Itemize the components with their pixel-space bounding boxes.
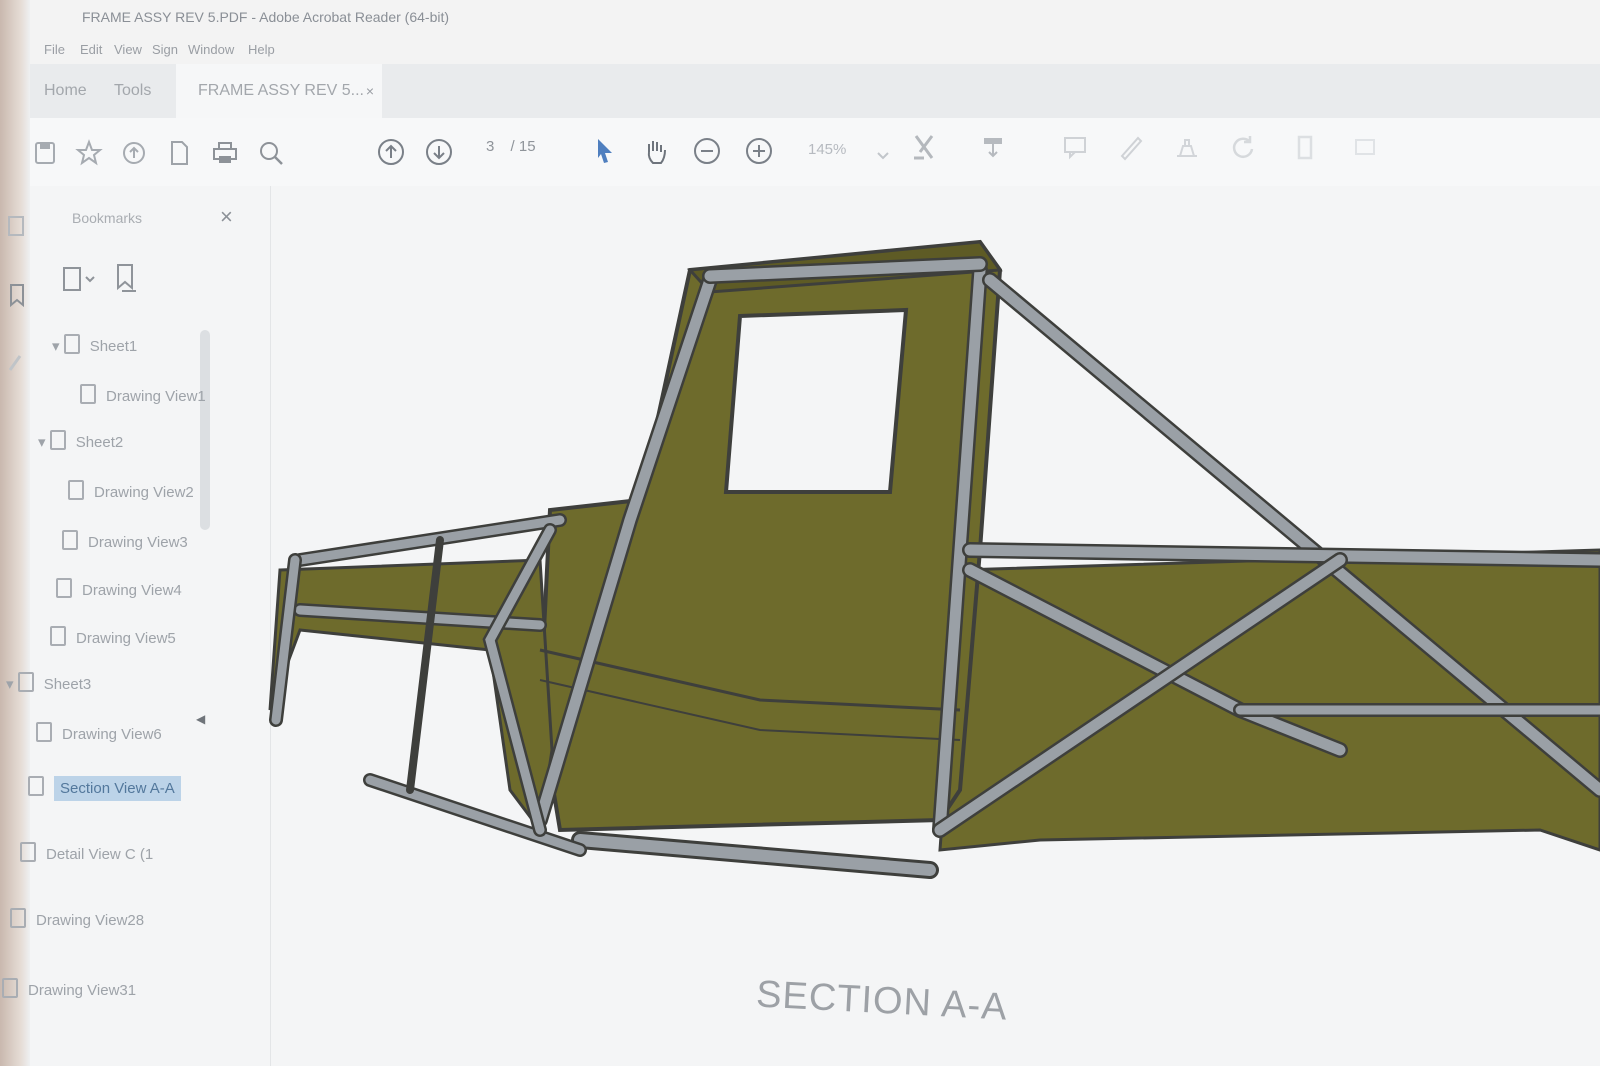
search-icon[interactable] xyxy=(256,138,286,168)
bookmark-item[interactable]: Drawing View2 xyxy=(68,480,194,501)
menu-window[interactable]: Window xyxy=(188,42,234,57)
rotate-icon[interactable] xyxy=(1228,132,1258,162)
bookmark-icon xyxy=(10,908,26,928)
zoom-dropdown-icon[interactable] xyxy=(868,140,898,170)
expand-bookmarks-icon[interactable] xyxy=(62,264,96,299)
menu-help[interactable]: Help xyxy=(248,42,275,57)
tab-document-label: FRAME ASSY REV 5... xyxy=(198,82,364,99)
zoom-out-icon[interactable] xyxy=(692,136,722,166)
menu-edit[interactable]: Edit xyxy=(80,42,102,57)
bookmark-item[interactable]: Drawing View3 xyxy=(62,530,188,551)
tab-close-icon[interactable]: × xyxy=(366,64,374,118)
page-down-icon[interactable] xyxy=(424,137,454,167)
frame-drawing xyxy=(268,239,1600,879)
cab-window xyxy=(723,307,909,494)
bookmark-item[interactable]: Drawing View5 xyxy=(50,626,176,647)
upload-icon[interactable] xyxy=(119,138,149,168)
tab-bar: Home Tools FRAME ASSY REV 5... × xyxy=(30,64,1600,118)
collapse-icon[interactable]: ▾ xyxy=(52,338,64,355)
pages-nav-icon[interactable] xyxy=(6,214,28,245)
tube xyxy=(295,515,565,565)
bookmarks-scrollbar[interactable] xyxy=(200,330,210,530)
bookmark-icon xyxy=(17,672,34,692)
bookmark-item[interactable]: Drawing View6 xyxy=(36,722,162,743)
bookmark-item-selected[interactable]: Section View A-A xyxy=(28,776,181,801)
pen-icon[interactable] xyxy=(1116,132,1146,162)
page-total: / 15 xyxy=(510,138,536,155)
bookmark-item[interactable]: ▾ Sheet1 xyxy=(52,334,137,355)
comment-icon[interactable] xyxy=(1060,132,1090,162)
bookmarks-panel-title: Bookmarks xyxy=(72,210,143,226)
bookmarks-close-icon[interactable]: × xyxy=(220,204,233,230)
page-current: 3 xyxy=(486,138,495,155)
bookmark-icon xyxy=(2,978,18,998)
bookmark-item[interactable]: ▾ Sheet3 xyxy=(6,672,91,693)
bookmark-item[interactable]: Drawing View28 xyxy=(10,908,144,929)
bookmark-item[interactable]: Drawing View1 xyxy=(80,384,206,405)
collapse-icon[interactable]: ▾ xyxy=(38,434,50,451)
save-icon[interactable] xyxy=(30,138,60,168)
bookmark-icon xyxy=(49,430,66,450)
bookmark-icon xyxy=(20,842,36,862)
hand-icon[interactable] xyxy=(640,136,670,166)
tab-home[interactable]: Home xyxy=(44,64,87,118)
tab-document[interactable]: FRAME ASSY REV 5... × xyxy=(176,64,382,118)
bookmark-icon xyxy=(28,776,44,796)
select-arrow-icon[interactable] xyxy=(590,136,620,166)
bookmark-icon xyxy=(80,384,96,404)
new-bookmark-icon[interactable] xyxy=(112,262,140,299)
collapse-icon[interactable]: ▾ xyxy=(6,676,18,693)
zoom-in-icon[interactable] xyxy=(744,136,774,166)
collapse-panel-icon[interactable]: ◀ xyxy=(196,712,205,726)
stamp-icon[interactable] xyxy=(1172,132,1202,162)
bookmark-icon xyxy=(56,578,72,598)
bookmark-star-icon[interactable] xyxy=(74,138,104,168)
bookmark-icon xyxy=(36,722,52,742)
bookmark-icon xyxy=(62,530,78,550)
page-up-icon[interactable] xyxy=(376,137,406,167)
tab-tools[interactable]: Tools xyxy=(114,64,151,118)
print-icon[interactable] xyxy=(210,138,240,168)
bookmark-icon xyxy=(50,626,66,646)
menu-file[interactable]: File xyxy=(44,42,65,57)
bookmark-icon xyxy=(63,334,80,354)
bookmarks-nav-icon[interactable] xyxy=(6,282,28,313)
menu-bar: File Edit View Sign Window Help xyxy=(30,36,1600,64)
title-bar: FRAME ASSY REV 5.PDF - Adobe Acrobat Rea… xyxy=(30,0,1600,36)
page-icon[interactable] xyxy=(164,138,194,168)
bookmark-item[interactable]: Detail View C (1 xyxy=(20,842,153,863)
attachments-nav-icon[interactable] xyxy=(4,350,26,381)
menu-view[interactable]: View xyxy=(114,42,142,57)
crop-tool-icon[interactable] xyxy=(910,132,940,162)
tube xyxy=(574,834,936,876)
page-number-field[interactable]: 3 / 15 xyxy=(472,138,536,155)
menu-sign[interactable]: Sign xyxy=(152,42,178,57)
window-title: FRAME ASSY REV 5.PDF - Adobe Acrobat Rea… xyxy=(82,9,450,25)
frame-body xyxy=(268,239,1600,852)
highlight-icon[interactable] xyxy=(978,132,1008,162)
attach-icon[interactable] xyxy=(1290,132,1320,162)
bookmark-icon xyxy=(68,480,84,500)
zoom-level[interactable]: 145% xyxy=(808,141,846,158)
bookmark-item[interactable]: Drawing View31 xyxy=(2,978,136,999)
bookmark-item[interactable]: Drawing View4 xyxy=(56,578,182,599)
more-tools-icon[interactable] xyxy=(1350,132,1380,162)
bookmark-item[interactable]: ▾ Sheet2 xyxy=(38,430,123,451)
navigation-pane-strip xyxy=(0,186,30,1066)
